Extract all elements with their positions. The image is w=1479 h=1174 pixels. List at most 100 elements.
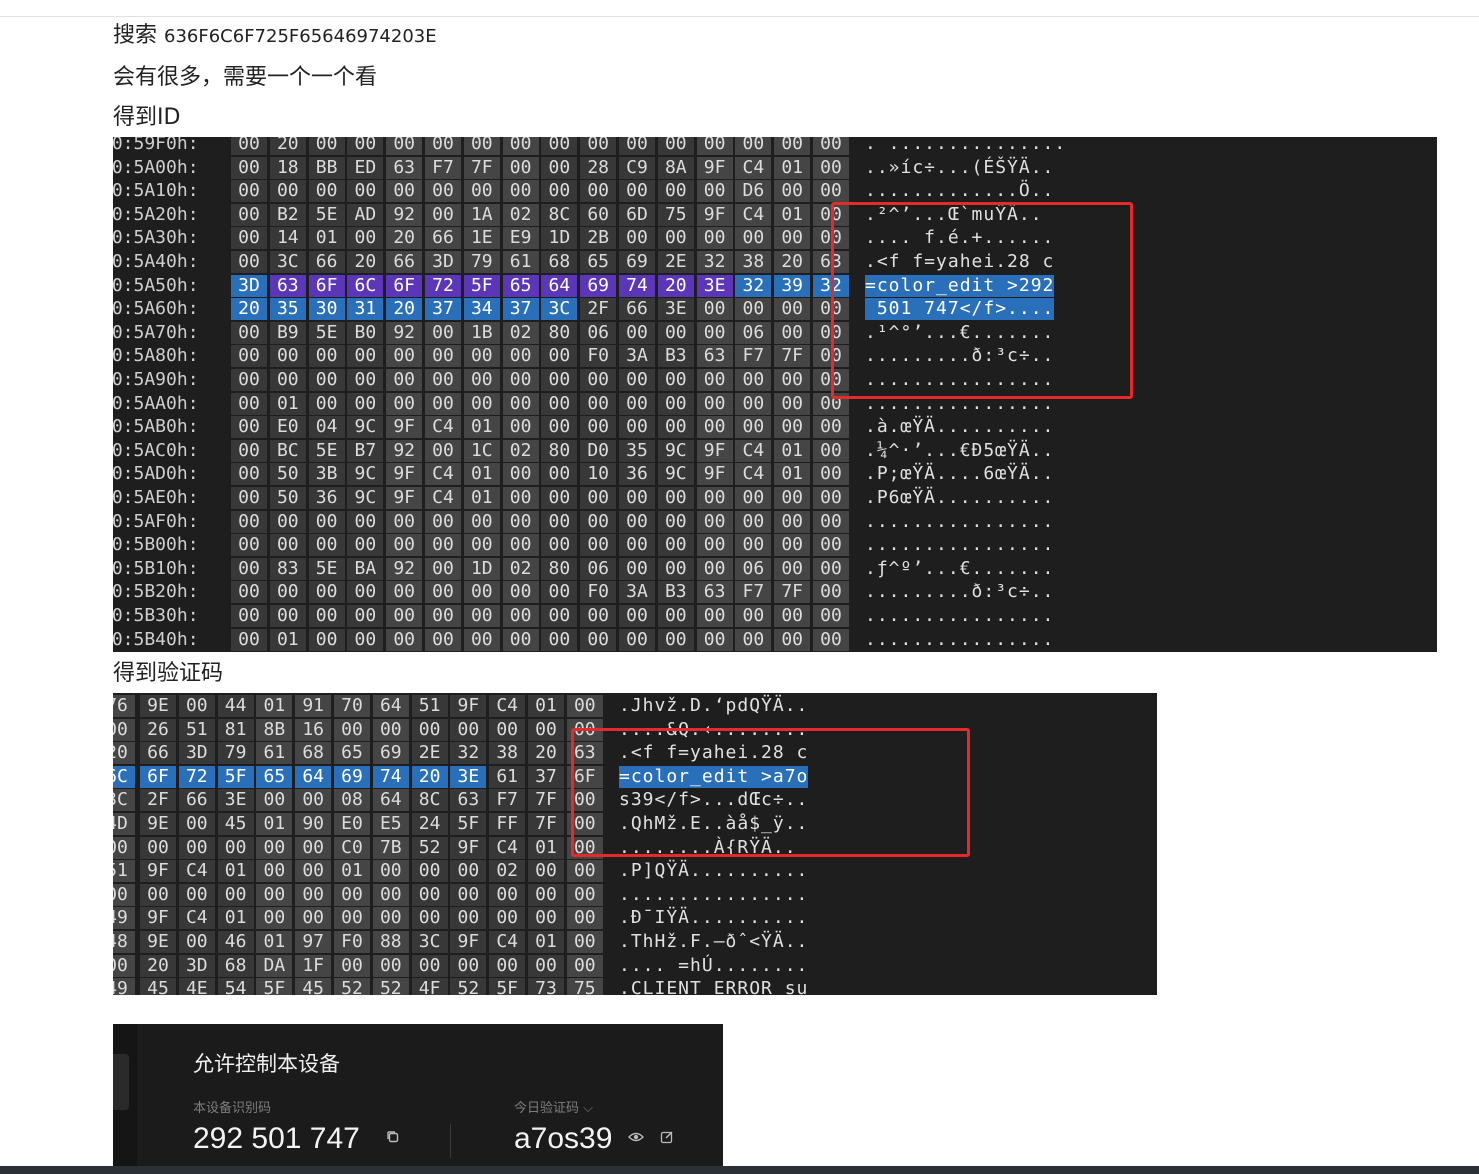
hex-byte: 00 — [425, 203, 461, 226]
hex-byte: 3E — [696, 274, 733, 297]
hex-ascii: .P]QŸÄ.......... — [619, 860, 809, 882]
edit-icon[interactable] — [659, 1130, 675, 1146]
hex-byte: 00 — [813, 463, 849, 486]
hex-byte: 00 — [735, 298, 772, 321]
hex-byte: E0 — [269, 416, 306, 439]
verify-code-label[interactable]: 今日验证码 ⌵ — [514, 1097, 593, 1116]
hex-row: A0:5A20h:00B25EAD92001A028C606D759FC4010… — [113, 203, 1437, 226]
hex-byte: 02 — [502, 321, 539, 344]
hex-row: 00000000000000000000000000..............… — [113, 883, 1157, 906]
hex-byte: 5F — [463, 274, 500, 297]
eye-icon[interactable] — [628, 1130, 644, 1146]
hex-byte: 00 — [502, 345, 539, 368]
hex-byte: 01 — [528, 695, 564, 717]
hex-ascii: .........ð:³c÷.. — [865, 581, 1055, 603]
hex-byte: 00 — [528, 860, 564, 883]
hex-byte: 00 — [774, 487, 811, 509]
hex-byte: 00 — [541, 534, 578, 557]
hex-byte: 3E — [657, 298, 694, 321]
hex-byte: 92 — [386, 203, 423, 226]
hex-byte: 39 — [774, 274, 811, 297]
hex-byte: 52 — [411, 836, 448, 859]
bottom-taskbar — [0, 1166, 1479, 1174]
hex-byte: 00 — [231, 203, 267, 226]
hex-byte: 00 — [463, 581, 500, 604]
hex-row: 49454E545F4552524F525F7375.CLIENT_ERROR_… — [113, 978, 1157, 995]
hex-byte: 00 — [386, 345, 423, 368]
hex-offset: A0:5AB0h: — [113, 416, 199, 438]
hex-byte: 6C — [113, 765, 135, 788]
hex-byte: 00 — [231, 463, 267, 486]
hex-byte: 97 — [295, 931, 332, 953]
hex-byte: 06 — [735, 321, 772, 344]
hex-byte: 00 — [580, 416, 617, 439]
hex-byte: 64 — [372, 789, 409, 812]
hex-byte: 66 — [425, 227, 461, 250]
hex-byte: 00 — [425, 557, 461, 580]
hex-byte: 00 — [502, 510, 539, 533]
hex-byte: 00 — [425, 392, 461, 415]
hex-byte: 00 — [541, 369, 578, 391]
hex-byte: 64 — [541, 274, 578, 297]
hex-byte: 9C — [347, 416, 384, 439]
hex-offset: A0:5AC0h: — [113, 439, 199, 461]
hex-byte: 00 — [386, 581, 423, 604]
hex-byte: 64 — [295, 765, 332, 788]
hex-byte: 00 — [502, 487, 539, 509]
hex-byte: 00 — [334, 907, 370, 930]
hex-byte: 00 — [566, 695, 603, 717]
hex-byte: 00 — [657, 487, 694, 509]
hex-byte: 20 — [113, 742, 135, 765]
hex-byte: 20 — [411, 765, 448, 788]
hex-byte: 9F — [386, 463, 423, 486]
hex-byte: 00 — [774, 416, 811, 439]
hex-ascii: .à.œŸÄ.......... — [865, 416, 1055, 438]
hex-byte: 00 — [580, 180, 617, 203]
hex-byte: 00 — [528, 907, 564, 930]
hex-byte: 65 — [334, 742, 370, 765]
hex-byte: 00 — [813, 487, 849, 509]
hex-byte: 65 — [256, 765, 293, 788]
hex-byte: 00 — [113, 836, 135, 859]
hex-byte: 00 — [295, 789, 332, 812]
hex-byte: 00 — [295, 883, 332, 906]
hex-byte: 92 — [386, 439, 423, 462]
hex-byte: 00 — [140, 883, 176, 906]
hex-byte: 00 — [269, 345, 306, 368]
device-id-label: 本设备识别码 — [193, 1101, 272, 1116]
hex-byte: 01 — [463, 487, 500, 509]
hex-row: A0:5AF0h:0000000000000000000000000000000… — [113, 510, 1437, 533]
hex-byte: 66 — [140, 742, 176, 765]
get-id-heading: 得到ID — [113, 105, 181, 130]
hex-byte: 46 — [217, 931, 254, 953]
hex-byte: 00 — [619, 557, 655, 580]
hex-byte: 00 — [502, 137, 539, 155]
hex-byte: 00 — [308, 345, 345, 368]
hex-byte: 00 — [696, 534, 733, 557]
hex-byte: 9F — [696, 439, 733, 462]
panel-side-tab[interactable] — [113, 1054, 129, 1110]
hex-byte: 9E — [140, 813, 176, 835]
hex-ascii: ................ — [865, 510, 1055, 532]
hex-byte: 00 — [657, 227, 694, 250]
hex-byte: 00 — [269, 180, 306, 203]
hex-byte: 00 — [450, 954, 487, 977]
hex-byte: 00 — [696, 298, 733, 321]
hex-row: 499FC401000000000000000000.Ð¯IŸÄ........… — [113, 907, 1157, 930]
hex-byte: 2E — [411, 742, 448, 765]
hex-byte: C4 — [735, 439, 772, 462]
hex-byte: 3B — [308, 463, 345, 486]
hex-byte: 00 — [231, 605, 267, 627]
hex-byte: 00 — [502, 369, 539, 391]
hex-byte: B3 — [657, 345, 694, 368]
hex-byte: 9F — [696, 156, 733, 179]
hex-byte: 8A — [657, 156, 694, 179]
hex-byte: 00 — [541, 345, 578, 368]
hex-byte: 9F — [450, 836, 487, 859]
hex-byte: 00 — [463, 180, 500, 203]
hex-byte: 00 — [113, 883, 135, 906]
hex-ascii: ..»íc÷...(ÉŠŸÄ.. — [865, 156, 1055, 178]
copy-icon[interactable] — [385, 1130, 401, 1146]
hex-byte: 00 — [502, 534, 539, 557]
hex-byte: 3C — [411, 931, 448, 953]
